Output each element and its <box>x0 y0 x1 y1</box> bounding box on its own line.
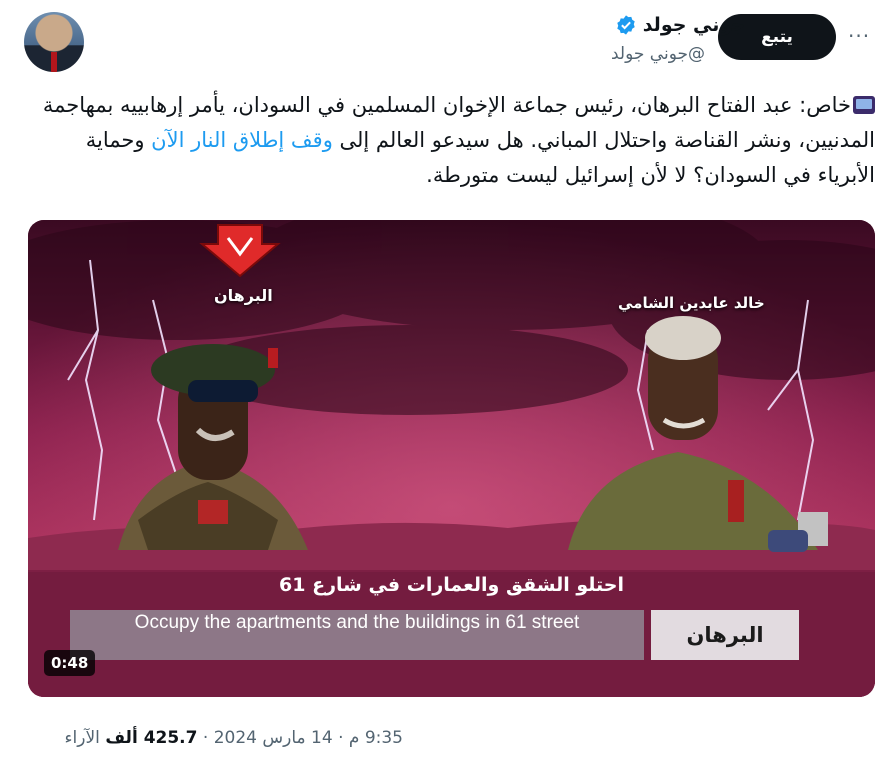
separator-dot: · <box>338 728 344 748</box>
english-subtitle: Occupy the apartments and the buildings … <box>70 610 644 660</box>
video-duration: 0:48 <box>44 650 96 676</box>
views-label: الآراء <box>64 728 100 748</box>
speaker-name-box: البرهان <box>651 610 799 660</box>
views-count: 425.7 ألف <box>105 728 198 748</box>
tweet-date[interactable]: 14 مارس 2024 <box>214 728 333 748</box>
label-burhan: البرهان <box>214 286 273 305</box>
television-emoji-icon <box>853 96 875 114</box>
author-handle[interactable]: @جوني جولد <box>611 44 705 64</box>
arabic-subtitle: احتلو الشقق والعمارات في شارع 61 <box>279 574 624 596</box>
label-khaled: خالد عابدين الشامي <box>618 294 765 312</box>
separator-dot: · <box>202 728 209 748</box>
tweet-meta: 9:35 م · 14 مارس 2024 · 425.7 ألف الآراء <box>65 728 403 748</box>
more-options-icon[interactable]: ··· <box>848 24 870 48</box>
hashtag-link[interactable]: وقف إطلاق النار الآن <box>151 128 333 152</box>
tweet-text: خاص: عبد الفتاح البرهان، رئيس جماعة الإخ… <box>25 88 875 193</box>
author-name[interactable]: جوني جولد <box>643 14 745 36</box>
verified-badge-icon <box>616 15 635 35</box>
tweet-time[interactable]: 9:35 م <box>349 728 403 748</box>
author-name-row: جوني جولد <box>615 14 745 36</box>
avatar[interactable] <box>24 12 84 72</box>
